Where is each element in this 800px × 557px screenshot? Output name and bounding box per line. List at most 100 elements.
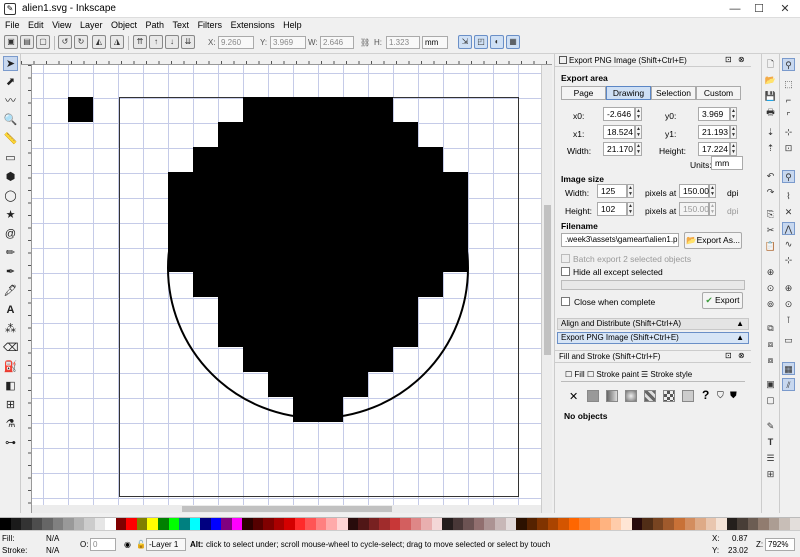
dpi-x-field[interactable]: 150.00 — [679, 184, 709, 198]
menu-text[interactable]: Text — [170, 18, 193, 32]
palette-swatch[interactable] — [758, 518, 769, 530]
y0-spinner[interactable]: ▲ ▼ — [730, 107, 737, 121]
palette-swatch[interactable] — [610, 518, 622, 530]
palette-swatch[interactable] — [84, 518, 95, 530]
w-field[interactable]: 2.646 — [320, 36, 354, 49]
snap-midpoints-icon[interactable]: ⊹ — [782, 254, 795, 267]
flip-horizontal-icon[interactable]: ◭ — [92, 35, 106, 49]
palette-swatch[interactable] — [558, 518, 569, 530]
tab-page[interactable]: Page — [561, 86, 606, 100]
menu-object[interactable]: Object — [108, 18, 140, 32]
h-field[interactable]: 1.323 — [386, 36, 420, 49]
menu-edit[interactable]: Edit — [25, 18, 47, 32]
clone-icon[interactable]: ⧈ — [764, 338, 777, 351]
palette-swatch[interactable] — [252, 518, 264, 530]
new-document-icon[interactable]: 🗋 — [764, 58, 777, 71]
close-when-complete-checkbox[interactable] — [561, 297, 570, 306]
palette-swatch[interactable] — [526, 518, 538, 530]
tab-drawing[interactable]: Drawing — [606, 86, 651, 100]
palette-swatch[interactable] — [516, 518, 527, 530]
palette-swatch[interactable] — [621, 518, 632, 530]
minimize-button[interactable]: — — [722, 0, 748, 18]
palette-swatch[interactable] — [200, 518, 211, 530]
tab-selection[interactable]: Selection — [651, 86, 696, 100]
align-distribute-icon[interactable]: ⊞ — [764, 468, 777, 481]
lock-ratio-icon[interactable]: ⛓ — [360, 38, 370, 47]
save-icon[interactable]: 💾 — [764, 90, 777, 103]
group-icon[interactable]: ▣ — [764, 378, 777, 391]
layer-lock-icon[interactable]: 🔓 — [136, 540, 146, 549]
palette-swatch[interactable] — [494, 518, 506, 530]
cut-icon[interactable]: ✂ — [764, 224, 777, 237]
palette-swatch[interactable] — [642, 518, 653, 530]
palette-swatch[interactable] — [473, 518, 485, 530]
image-width-spinner[interactable]: ▲ ▼ — [627, 184, 634, 198]
palette-swatch[interactable] — [505, 518, 517, 530]
flip-vertical-icon[interactable]: ◮ — [110, 35, 124, 49]
palette-swatch[interactable] — [421, 518, 432, 530]
palette-swatch[interactable] — [294, 518, 306, 530]
rectangle-tool-icon[interactable]: ▭ — [3, 151, 18, 166]
gradient-tool-icon[interactable]: ◧ — [3, 379, 18, 394]
snap-grid-icon[interactable]: ▦ — [782, 362, 795, 375]
palette-swatch[interactable] — [189, 518, 201, 530]
paint-bucket-tool-icon[interactable]: ⛽ — [3, 360, 18, 375]
snap-guides-icon[interactable]: ⫽ — [782, 378, 795, 391]
x1-spinner[interactable]: ▲ ▼ — [635, 125, 642, 139]
x0-spinner[interactable]: ▲ ▼ — [635, 107, 642, 121]
palette-swatch[interactable] — [368, 518, 380, 530]
palette-swatch[interactable] — [737, 518, 748, 530]
scroll-thumb[interactable] — [544, 205, 551, 355]
palette-swatch[interactable] — [73, 518, 85, 530]
palette-swatch[interactable] — [263, 518, 274, 530]
spiral-tool-icon[interactable]: @ — [3, 227, 18, 242]
snap-bbox-corner-icon[interactable]: ⌜ — [782, 110, 795, 123]
deselect-icon[interactable]: ▢ — [36, 35, 50, 49]
snap-toggle-icon[interactable]: ⚲ — [782, 58, 795, 71]
palette-swatch[interactable] — [779, 518, 790, 530]
scroll-thumb[interactable] — [182, 506, 392, 512]
palette-swatch[interactable] — [21, 518, 32, 530]
palette-swatch[interactable] — [179, 518, 190, 530]
palette-swatch[interactable] — [105, 518, 116, 530]
palette-swatch[interactable] — [168, 518, 180, 530]
zoom-drawing-icon[interactable]: ⊙ — [764, 282, 777, 295]
rotate-ccw-icon[interactable]: ↺ — [58, 35, 72, 49]
selector-tool-icon[interactable]: ➤ — [3, 56, 18, 71]
palette-swatch[interactable] — [579, 518, 590, 530]
scale-corners-icon[interactable]: ◰ — [474, 35, 488, 49]
copy-icon[interactable]: ⎘ — [764, 208, 777, 221]
snap-rotation-center-icon[interactable]: ⊙ — [782, 298, 795, 311]
image-height-field[interactable]: 102 — [597, 202, 627, 216]
calligraphy-tool-icon[interactable]: 🖋 — [3, 284, 18, 299]
palette-swatch[interactable] — [684, 518, 696, 530]
filename-field[interactable]: .week3\assets\gameart\alien1.png — [561, 233, 679, 247]
lower-to-bottom-icon[interactable]: ⇊ — [181, 35, 195, 49]
export-button[interactable]: ✔ Export — [702, 292, 743, 309]
layer-visibility-icon[interactable]: ◉ — [124, 540, 131, 549]
palette-swatch[interactable] — [452, 518, 464, 530]
palette-swatch[interactable] — [157, 518, 169, 530]
palette-swatch[interactable] — [31, 518, 43, 530]
undock-icon[interactable]: ⊡ — [725, 351, 732, 360]
menu-file[interactable]: File — [0, 18, 23, 32]
layer-select[interactable]: -Layer 1 — [146, 538, 186, 551]
linear-gradient-icon[interactable] — [606, 390, 618, 402]
move-patterns-icon[interactable]: ▦ — [506, 35, 520, 49]
select-all-layers-icon[interactable]: ▤ — [20, 35, 34, 49]
palette-swatch[interactable] — [547, 518, 559, 530]
lower-icon[interactable]: ↓ — [165, 35, 179, 49]
text-font-icon[interactable]: T — [764, 436, 777, 449]
palette-swatch[interactable] — [747, 518, 759, 530]
palette-swatch[interactable] — [537, 518, 548, 530]
palette-swatch[interactable] — [695, 518, 706, 530]
pen-tool-icon[interactable]: ✒ — [3, 265, 18, 280]
x1-field[interactable]: 18.524 — [603, 125, 635, 139]
menu-extensions[interactable]: Extensions — [228, 18, 278, 32]
panel-close-icon[interactable]: ⊗ — [738, 351, 745, 360]
snap-text-baseline-icon[interactable]: ⊺ — [782, 314, 795, 327]
export-icon[interactable]: ⇡ — [764, 142, 777, 155]
snap-bbox-edge-icon[interactable]: ⌐ — [782, 94, 795, 107]
horizontal-scrollbar[interactable] — [32, 505, 541, 513]
radial-gradient-icon[interactable] — [625, 390, 637, 402]
